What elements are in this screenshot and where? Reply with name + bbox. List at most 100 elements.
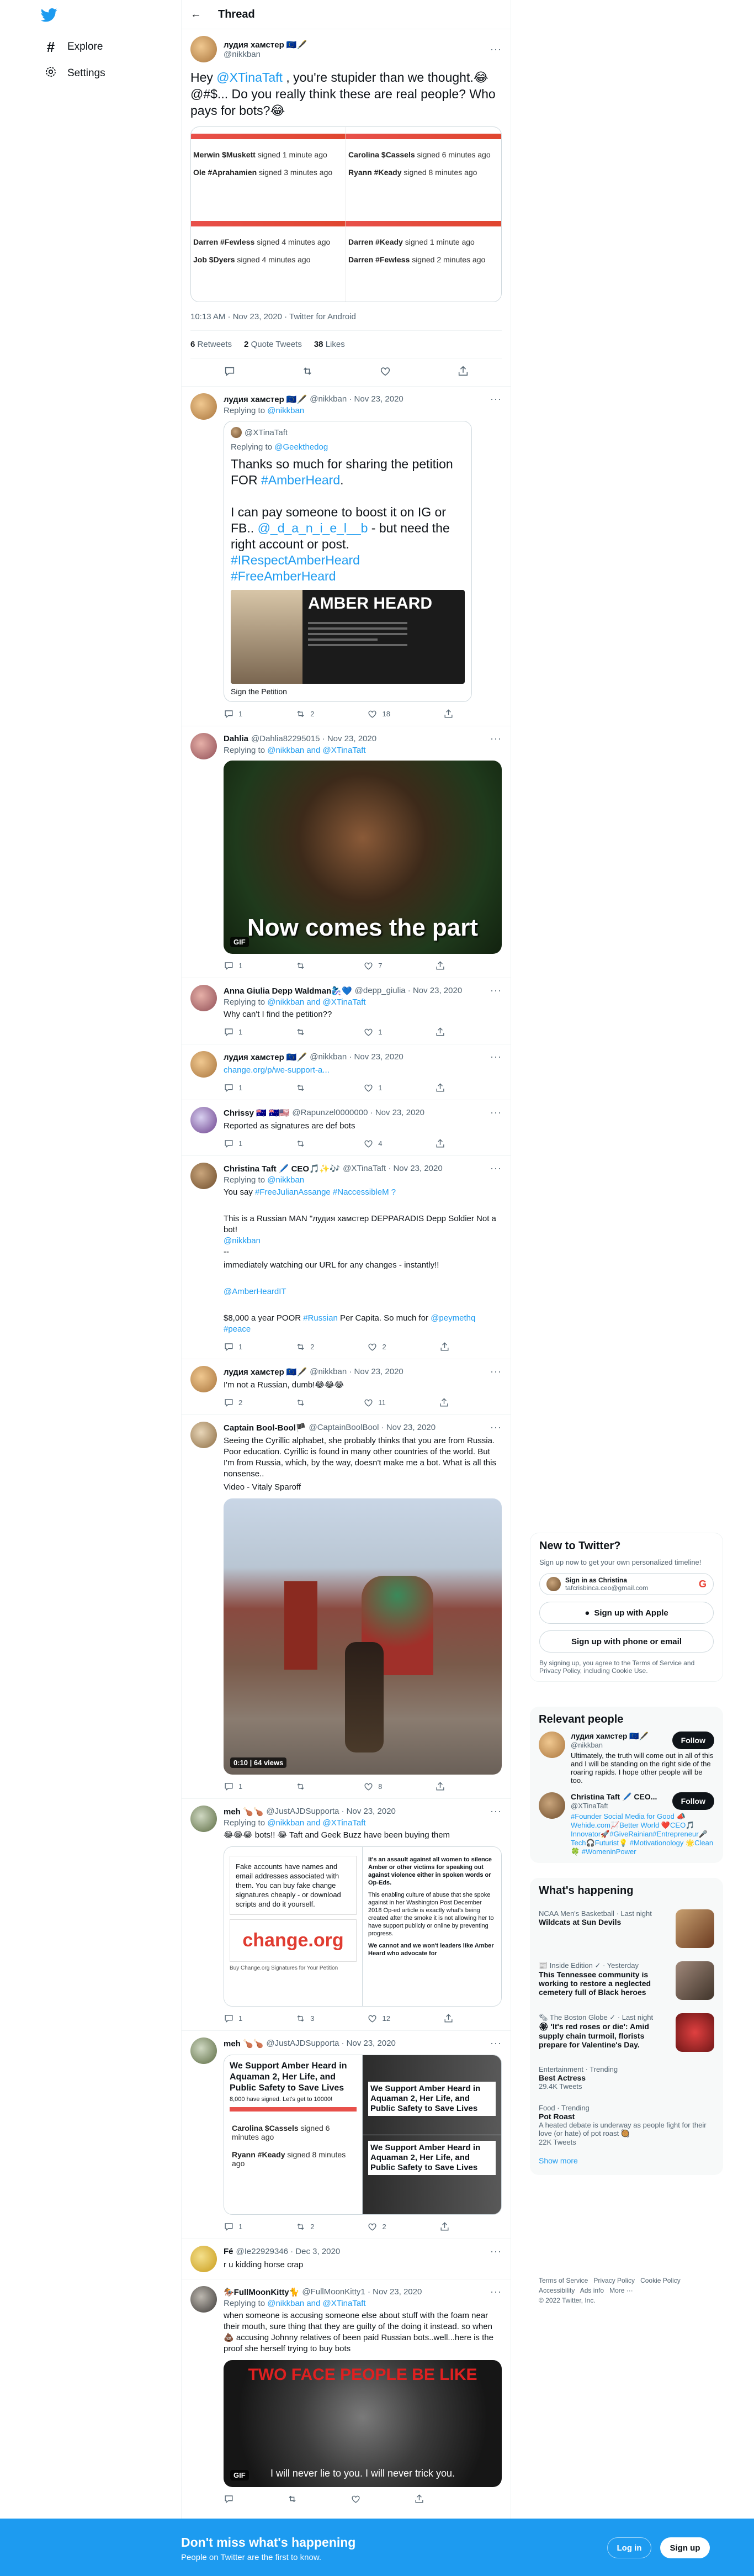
person-card[interactable]: лудия хамстер 🇪🇺🖋️ @nikkban Follow Ultima… (539, 1732, 714, 1785)
tweet-timestamp[interactable]: 10:13 AM · Nov 23, 2020 · Twitter for An… (190, 302, 502, 331)
tweet-video[interactable]: 0:10 | 64 views (224, 1498, 502, 1775)
avatar[interactable] (539, 1792, 565, 1819)
quotes-count[interactable]: 2 Quote Tweets (244, 340, 302, 349)
petition-link[interactable]: change.org/p/we-support-a... (224, 1065, 502, 1076)
retweet-button[interactable]: 3 (295, 2013, 314, 2024)
author-name[interactable]: Fé (224, 2247, 233, 2256)
reply-button[interactable] (224, 2494, 234, 2504)
reply-tweet[interactable]: Chrissy 🇦🇺 🇦🇺🇺🇸 @Rapunzel0000000 · Nov 23… (182, 1100, 511, 1156)
author-handle[interactable]: @Rapunzel0000000 · Nov 23, 2020 (292, 1108, 424, 1117)
retweet-button[interactable]: 2 (295, 2221, 314, 2232)
google-signin-button[interactable]: Sign in as Christina tafcrisbinca.ceo@gma… (539, 1573, 714, 1595)
person-name[interactable]: лудия хамстер 🇪🇺🖋️ (571, 1732, 649, 1741)
reply-button[interactable]: 1 (224, 1138, 242, 1149)
phone-signup-button[interactable]: Sign up with phone or email (539, 1630, 714, 1653)
like-button[interactable]: 8 (363, 1781, 382, 1792)
nav-explore[interactable]: # Explore (39, 34, 108, 60)
author-handle[interactable]: @nikkban · Nov 23, 2020 (310, 394, 403, 404)
retweet-button[interactable]: 2 (295, 709, 314, 719)
quoted-tweet[interactable]: @XTinaTaft Replying to @Geekthedog Thank… (224, 421, 472, 702)
footer-link[interactable]: Privacy Policy (593, 2277, 635, 2284)
retweet-button[interactable] (287, 2494, 298, 2504)
reply-tweet[interactable]: Captain Bool-Bool🏴 @CaptainBoolBool · Nov… (182, 1415, 511, 1799)
like-button[interactable] (351, 2494, 361, 2504)
like-button[interactable]: 2 (367, 1342, 386, 1352)
author-handle[interactable]: @CaptainBoolBool · Nov 23, 2020 (309, 1423, 436, 1432)
more-options-icon[interactable]: ··· (490, 2246, 502, 2257)
like-button[interactable]: 7 (363, 960, 382, 971)
reply-tweet[interactable]: Christina Taft 🖊️ CEO🎵✨🎶 @XTinaTaft · Nov… (182, 1156, 511, 1359)
avatar[interactable] (539, 1732, 565, 1758)
person-name[interactable]: Christina Taft 🖊️ CEO... (571, 1792, 657, 1802)
footer-link[interactable]: Accessibility (539, 2287, 575, 2294)
trend-item[interactable]: Food · Trending Pot Roast A heated debate … (539, 2097, 714, 2153)
retweet-button[interactable] (295, 1397, 310, 1408)
more-options-icon[interactable]: ··· (490, 2286, 502, 2298)
login-button[interactable]: Log in (607, 2537, 651, 2558)
trend-item[interactable]: 📰 Inside Edition ✓ · Yesterday This Tenne… (539, 1955, 714, 2007)
follow-button[interactable]: Follow (672, 1732, 714, 1749)
person-card[interactable]: Christina Taft 🖊️ CEO... @XTinaTaft Follo… (539, 1792, 714, 1856)
reply-tweet[interactable]: Anna Giulia Depp Waldman🧞‍♀️💙 @depp_giuli… (182, 978, 511, 1044)
reply-tweet[interactable]: лудия хамстер 🇪🇺🖋️ @nikkban · Nov 23, 202… (182, 1359, 511, 1415)
apple-signup-button[interactable]: ● Sign up with Apple (539, 1602, 714, 1624)
share-button[interactable] (435, 1781, 445, 1792)
like-button[interactable]: 2 (367, 2221, 386, 2232)
show-more-link[interactable]: Show more (539, 2153, 714, 2168)
back-arrow-icon[interactable]: ← (190, 8, 201, 21)
author-handle[interactable]: @XTinaTaft · Nov 23, 2020 (343, 1164, 443, 1173)
reply-tweet[interactable]: Dahlia @Dahlia82295015 · Nov 23, 2020 ··· … (182, 726, 511, 978)
reply-tweet[interactable]: лудия хамстер 🇪🇺🖋️ @nikkban · Nov 23, 202… (182, 387, 511, 726)
reply-button[interactable]: 1 (224, 1781, 242, 1792)
more-options-icon[interactable]: ··· (490, 1107, 502, 1118)
tweet-gif[interactable]: Now comes the part GIF (224, 761, 502, 954)
share-button[interactable] (435, 1138, 445, 1149)
author-name[interactable]: 🏇FullMoonKitty🐈 (224, 2287, 299, 2297)
avatar[interactable] (190, 2246, 217, 2272)
more-options-icon[interactable]: ··· (490, 1806, 502, 1817)
author-name[interactable]: Christina Taft 🖊️ CEO🎵✨🎶 (224, 1164, 340, 1174)
mention-link[interactable]: @XTinaTaft (216, 70, 283, 85)
author-name[interactable]: Captain Bool-Bool🏴 (224, 1423, 306, 1433)
avatar[interactable] (190, 2037, 217, 2064)
retweet-button[interactable] (295, 1083, 310, 1093)
share-button[interactable] (443, 2013, 454, 2024)
share-button[interactable] (439, 1397, 449, 1408)
reply-button[interactable]: 1 (224, 1083, 242, 1093)
more-options-icon[interactable]: ··· (490, 44, 502, 55)
share-icon[interactable] (457, 365, 469, 379)
share-button[interactable] (435, 960, 445, 971)
retweet-button[interactable] (295, 960, 310, 971)
author-handle[interactable]: @Ie22929346 · Dec 3, 2020 (236, 2247, 341, 2256)
like-button[interactable]: 1 (363, 1083, 382, 1093)
more-options-icon[interactable]: ··· (490, 1163, 502, 1174)
tweet-gif[interactable]: TWO FACE PEOPLE BE LIKE I will never lie… (224, 2360, 502, 2487)
avatar[interactable] (190, 733, 217, 759)
avatar[interactable] (190, 985, 217, 1011)
avatar[interactable] (190, 1366, 217, 1392)
like-button[interactable]: 11 (363, 1397, 386, 1408)
reply-button[interactable]: 1 (224, 709, 242, 719)
share-button[interactable] (439, 1342, 450, 1352)
footer-link[interactable]: Terms of Service (539, 2277, 588, 2284)
avatar[interactable] (190, 1806, 217, 1832)
like-button[interactable]: 18 (367, 709, 390, 719)
more-options-icon[interactable]: ··· (490, 2037, 502, 2049)
author-handle[interactable]: @nikkban · Nov 23, 2020 (310, 1052, 403, 1062)
avatar[interactable] (190, 1163, 217, 1189)
like-button[interactable]: 1 (363, 1027, 382, 1037)
trend-item[interactable]: 🗞 The Boston Globe ✓ · Last night 🏵 'It's… (539, 2007, 714, 2058)
trend-item[interactable]: NCAA Men's Basketball · Last night Wildca… (539, 1903, 714, 1955)
author-name[interactable]: meh 🍗🍗 (224, 1807, 263, 1817)
author-handle[interactable]: @JustAJDSupporta · Nov 23, 2020 (266, 2039, 396, 2048)
author-handle[interactable]: @FullMoonKitty1 · Nov 23, 2020 (302, 2287, 422, 2297)
author-handle[interactable]: @nikkban · Nov 23, 2020 (310, 1367, 403, 1376)
share-button[interactable] (435, 1027, 445, 1037)
share-button[interactable] (414, 2494, 424, 2504)
reply-button[interactable]: 1 (224, 1342, 242, 1352)
share-button[interactable] (443, 709, 454, 719)
avatar[interactable] (190, 36, 217, 62)
avatar[interactable] (190, 1051, 217, 1078)
share-button[interactable] (435, 1083, 445, 1093)
more-options-icon[interactable]: ··· (490, 733, 502, 745)
